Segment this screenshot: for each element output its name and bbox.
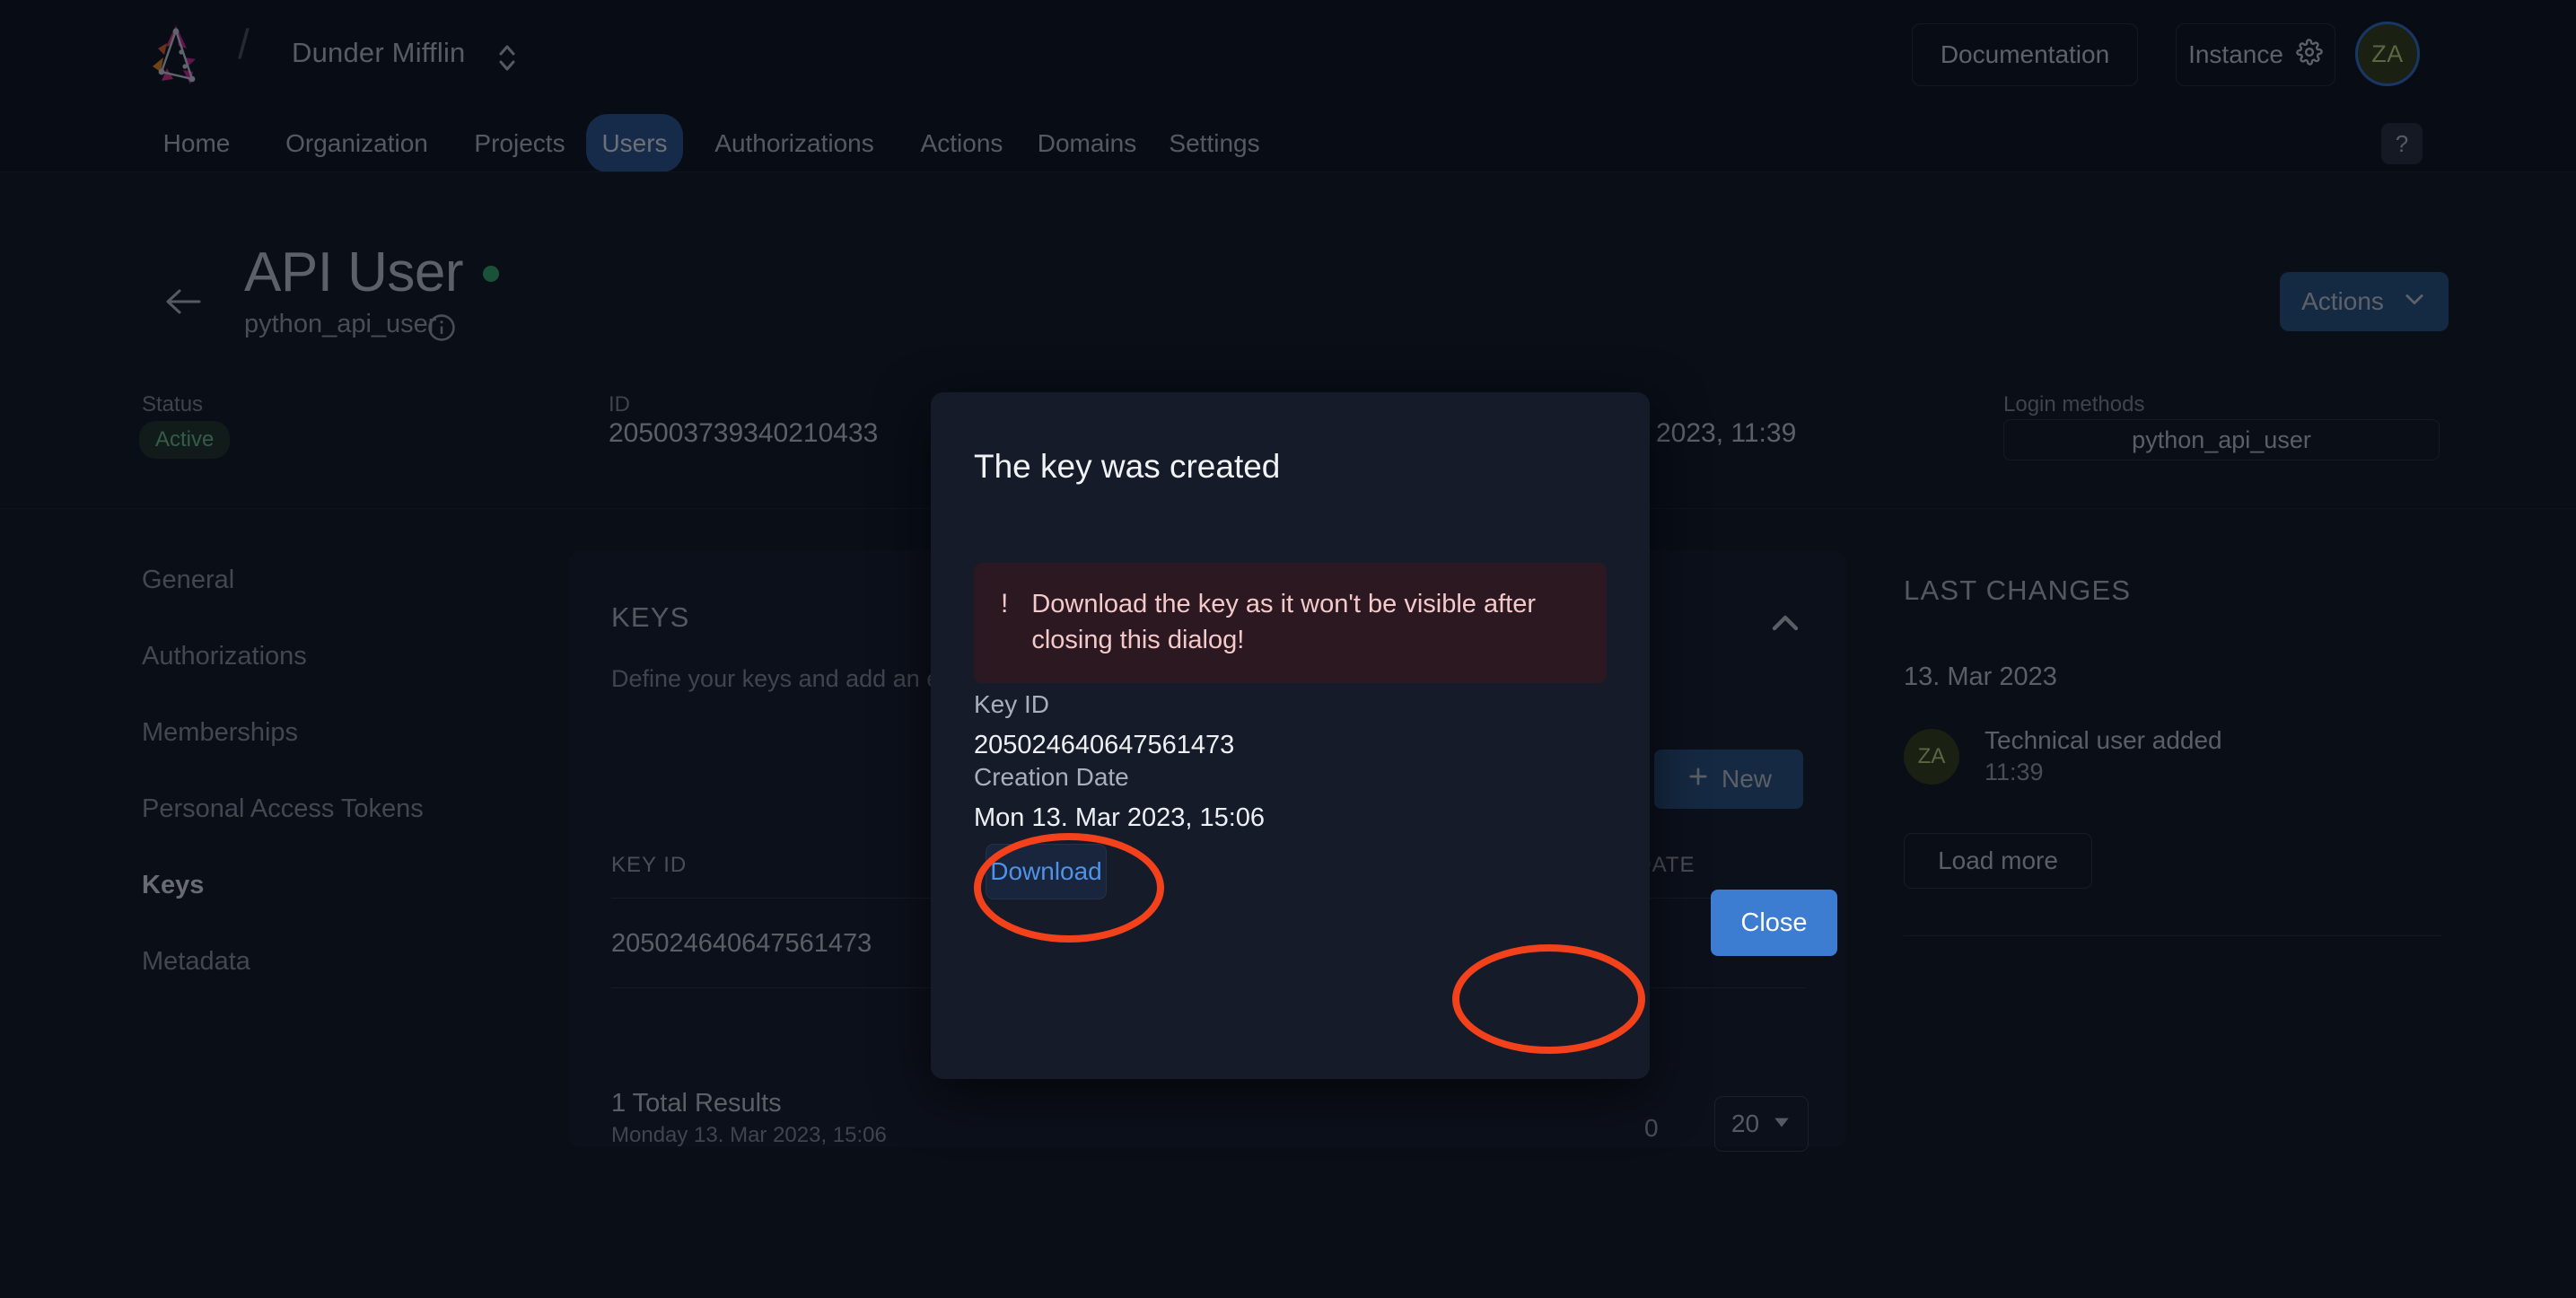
dialog-creation-date-label: Creation Date (974, 763, 1129, 791)
key-created-dialog: The key was created ! Download the key a… (931, 392, 1837, 1079)
dialog-key-id-label: Key ID (974, 690, 1050, 718)
dialog-title: The key was created (974, 448, 1281, 485)
dialog-key-id-value: 205024640647561473 (974, 731, 1235, 759)
download-label: Download (990, 857, 1102, 885)
warning-banner: ! Download the key as it won't be visibl… (974, 563, 1607, 684)
close-button[interactable]: Close (1711, 890, 1837, 956)
download-button[interactable]: Download (986, 844, 1107, 899)
warning-icon: ! (1001, 589, 1009, 618)
warning-text: Download the key as it won't be visible … (1031, 590, 1537, 655)
close-label: Close (1740, 908, 1808, 937)
dialog-creation-date-value: Mon 13. Mar 2023, 15:06 (974, 803, 1266, 832)
